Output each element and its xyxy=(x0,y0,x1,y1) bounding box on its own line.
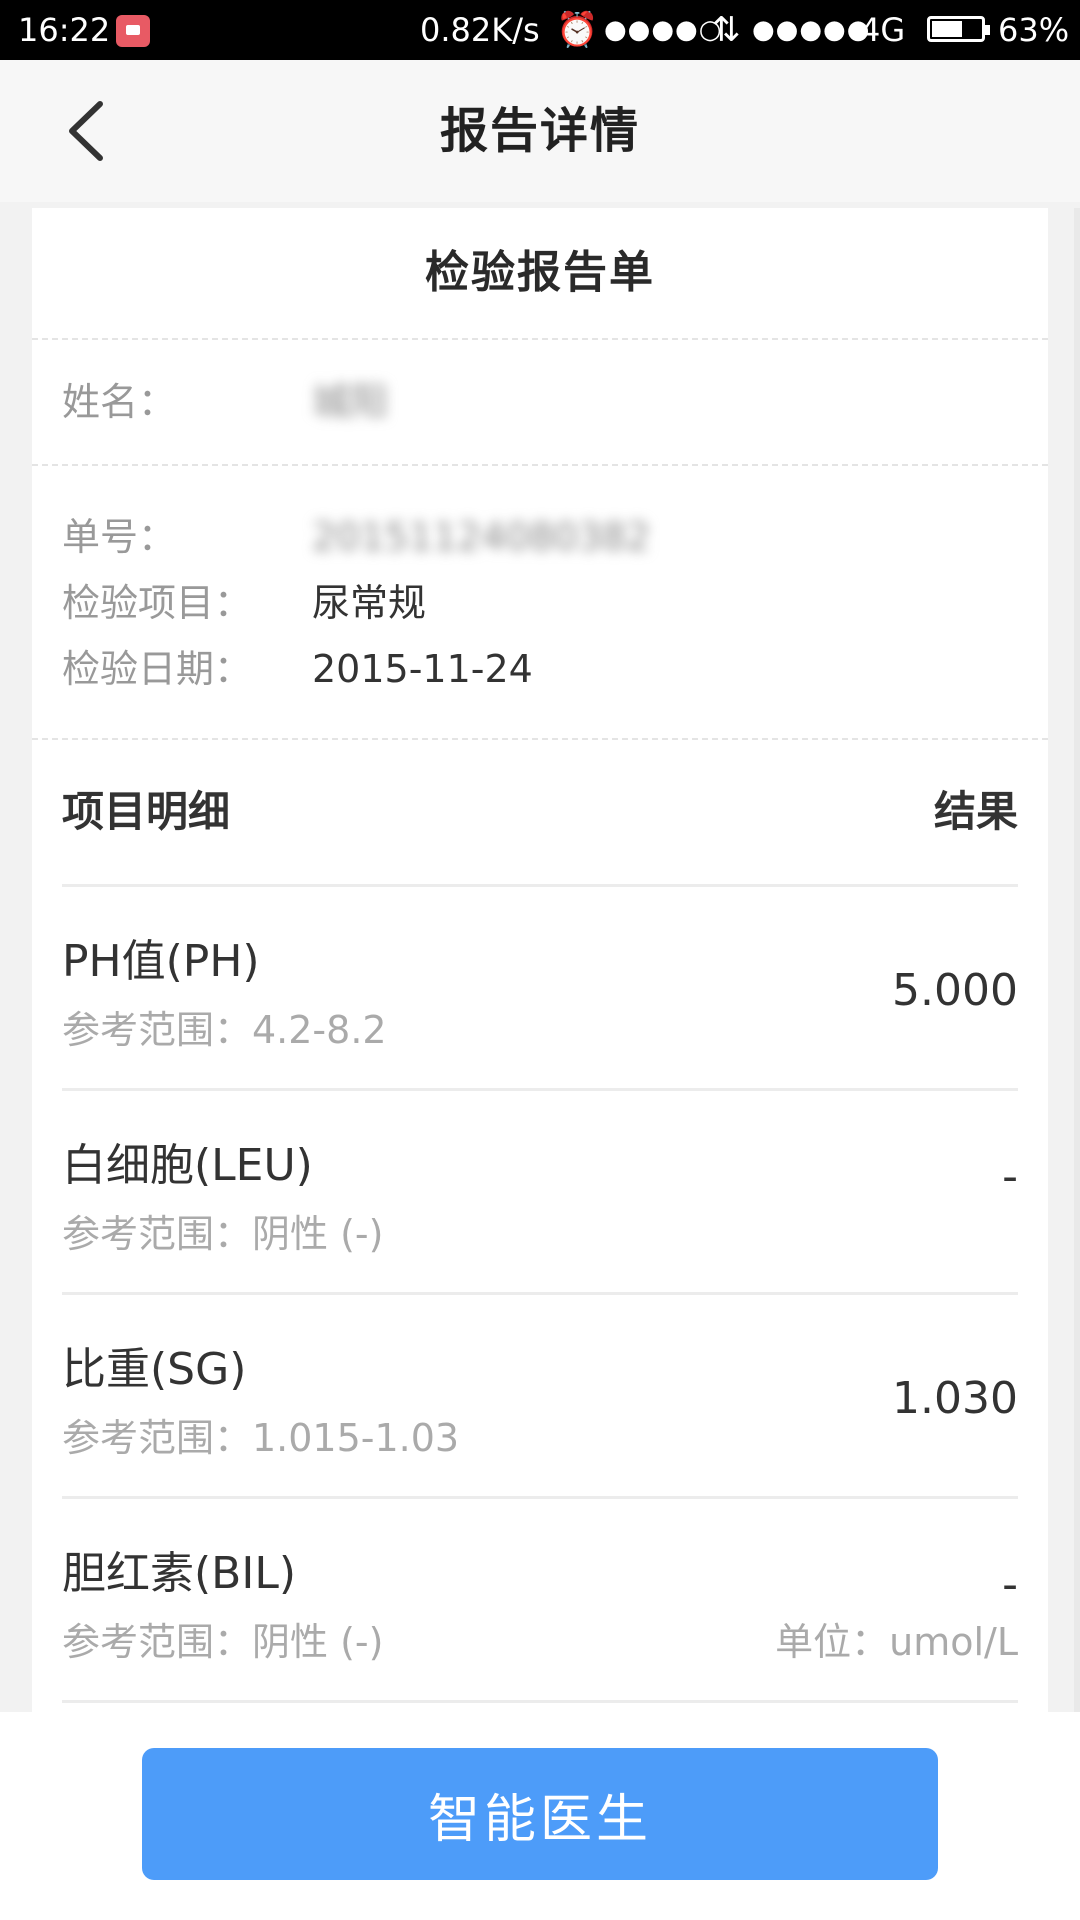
page-title: 报告详情 xyxy=(439,103,640,159)
number-label: 单号： xyxy=(62,515,177,559)
item-value: 尿常规 xyxy=(312,581,427,625)
item-name: PH值(PH) xyxy=(62,936,260,987)
item-result: - xyxy=(1002,1559,1018,1610)
table-row xyxy=(62,1700,1018,1712)
date-label: 检验日期： xyxy=(62,647,253,691)
table-row: 白细胞(LEU) 参考范围：阴性 (-) - xyxy=(62,1088,1018,1292)
status-battery-percent: 63% xyxy=(998,11,1070,49)
item-reference-range: 参考范围：1.015-1.03 xyxy=(62,1416,460,1460)
table-header: 项目明细 结果 xyxy=(32,740,1048,884)
status-net-speed: 0.82K/s xyxy=(420,11,540,49)
name-label: 姓名： xyxy=(62,380,177,424)
item-reference-range: 参考范围：阴性 (-) xyxy=(62,1620,384,1664)
item-reference-range: 参考范围：4.2-8.2 xyxy=(62,1008,387,1052)
item-name: 比重(SG) xyxy=(62,1344,247,1395)
item-result: - xyxy=(1002,1151,1018,1202)
number-value: 20151124080382 xyxy=(312,515,651,559)
bottom-bar: 智能医生 xyxy=(0,1712,1080,1920)
patient-name-section: 姓名： 城阳 xyxy=(32,340,1048,464)
scroll-edge xyxy=(1074,208,1080,1712)
item-name: 胆红素(BIL) xyxy=(62,1548,297,1599)
column-header-item: 项目明细 xyxy=(62,787,231,836)
info-row-number: 单号： 20151124080382 xyxy=(62,504,1018,570)
nav-bar: 报告详情 xyxy=(0,60,1080,202)
item-unit: 单位：umol/L xyxy=(775,1620,1018,1664)
item-result: 5.000 xyxy=(892,965,1018,1016)
signal-strength-sim2: ●●●●● xyxy=(752,15,871,45)
info-row-date: 检验日期： 2015-11-24 xyxy=(62,636,1018,702)
report-info-section: 单号： 20151124080382 检验项目： 尿常规 检验日期： 2015-… xyxy=(32,466,1048,738)
report-card: 检验报告单 姓名： 城阳 单号： 20151124080382 检验项目： 尿常… xyxy=(32,208,1048,1712)
table-row: 比重(SG) 参考范围：1.015-1.03 1.030 xyxy=(62,1292,1018,1496)
report-title: 检验报告单 xyxy=(425,247,655,298)
status-time: 16:22 xyxy=(18,11,111,49)
info-row-name: 姓名： 城阳 xyxy=(62,369,388,435)
item-result: 1.030 xyxy=(892,1373,1018,1424)
status-network-type: 4G xyxy=(860,11,906,49)
column-header-result: 结果 xyxy=(933,787,1018,836)
name-value: 城阳 xyxy=(312,380,389,424)
table-row: 胆红素(BIL) 参考范围：阴性 (-) - 单位：umol/L xyxy=(62,1496,1018,1700)
data-transfer-icon: ⇅ xyxy=(712,10,741,50)
info-row-item: 检验项目： 尿常规 xyxy=(62,570,1018,636)
alarm-icon: ⏰ xyxy=(556,10,599,50)
battery-icon xyxy=(927,16,990,42)
table-row: PH值(PH) 参考范围：4.2-8.2 5.000 xyxy=(62,884,1018,1088)
date-value: 2015-11-24 xyxy=(312,647,533,691)
status-bar: 16:22 0.82K/s ⏰ ●●●●○ ⇅ ●●●●● 4G 63% xyxy=(0,0,1080,60)
notification-icon xyxy=(116,15,150,47)
smart-doctor-button[interactable]: 智能医生 xyxy=(142,1748,938,1880)
signal-strength-sim1: ●●●●○ xyxy=(604,15,723,45)
item-name: 白细胞(LEU) xyxy=(62,1140,313,1191)
item-label: 检验项目： xyxy=(62,581,253,625)
item-reference-range: 参考范围：阴性 (-) xyxy=(62,1212,384,1256)
